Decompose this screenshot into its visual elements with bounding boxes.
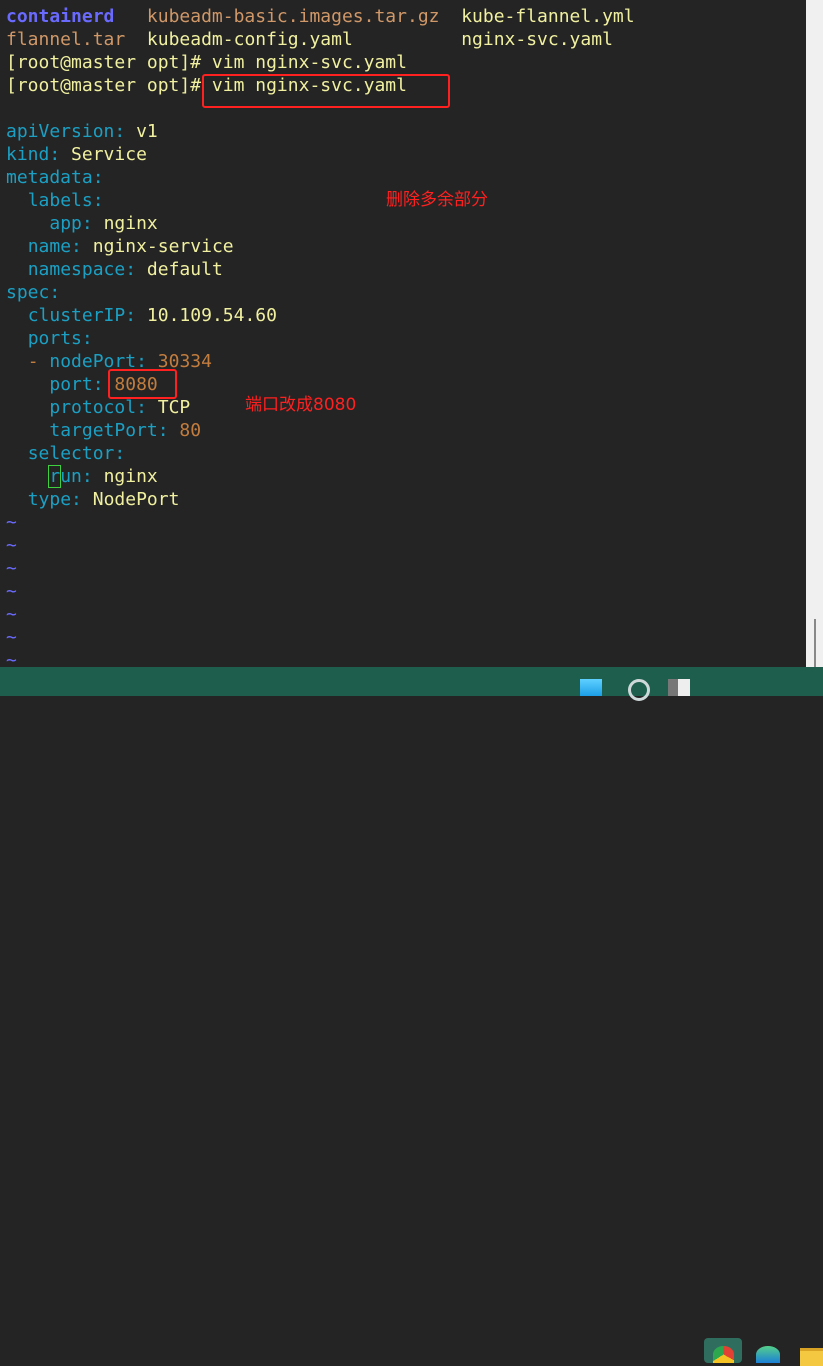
yaml-line: namespace: default bbox=[27, 259, 223, 280]
highlight-command-box bbox=[202, 74, 450, 108]
yaml-value: Service bbox=[71, 144, 147, 165]
prompt: [root@master opt]# bbox=[6, 75, 202, 96]
ls-entry: nginx-svc.yaml bbox=[461, 29, 613, 50]
yaml-line: labels: bbox=[27, 190, 104, 211]
ls-row-1: containerd kubeadm-basic.images.tar.gz k… bbox=[6, 5, 635, 28]
empty-line-tilde: ~ bbox=[6, 627, 17, 648]
ls-entry: containerd bbox=[6, 6, 115, 27]
yaml-line: protocol: TCP bbox=[49, 397, 191, 418]
yaml-value: 80 bbox=[179, 420, 202, 441]
ls-entry: kube-flannel.yml bbox=[461, 6, 635, 27]
yaml-line: apiVersion: v1 bbox=[6, 121, 158, 142]
yaml-key: metadata bbox=[6, 167, 93, 188]
empty-line-tilde: ~ bbox=[6, 581, 17, 602]
delete-note-annotation: 删除多余部分 bbox=[386, 190, 488, 210]
port-note-annotation: 端口改成8080 bbox=[245, 395, 357, 415]
yaml-key: selector bbox=[27, 443, 115, 464]
edge-icon[interactable] bbox=[756, 1346, 780, 1363]
yaml-value: NodePort bbox=[92, 489, 180, 510]
yaml-line: metadata: bbox=[6, 167, 104, 188]
yaml-line: run: nginx bbox=[48, 465, 158, 488]
ls-entry: kubeadm-config.yaml bbox=[146, 29, 353, 50]
ls-entry: kubeadm-basic.images.tar.gz bbox=[146, 6, 440, 27]
task-view-icon[interactable] bbox=[668, 679, 690, 696]
yaml-value: 10.109.54.60 bbox=[146, 305, 277, 326]
text-cursor: r bbox=[48, 465, 62, 488]
yaml-value: TCP bbox=[157, 397, 191, 418]
scrollbar-thumb[interactable] bbox=[814, 619, 816, 667]
yaml-key: spec bbox=[6, 282, 50, 303]
yaml-line: type: NodePort bbox=[27, 489, 180, 510]
empty-line-tilde: ~ bbox=[6, 512, 17, 533]
terminal-window[interactable]: containerd kubeadm-basic.images.tar.gz k… bbox=[0, 0, 806, 671]
yaml-value: default bbox=[146, 259, 223, 280]
yaml-line: kind: Service bbox=[6, 144, 147, 165]
yaml-line: targetPort: 80 bbox=[49, 420, 202, 441]
yaml-value: v1 bbox=[136, 121, 158, 142]
taskbar bbox=[0, 667, 823, 1366]
yaml-line: name: nginx-service bbox=[27, 236, 234, 257]
yaml-line: app: nginx bbox=[49, 213, 158, 234]
ls-entry: flannel.tar bbox=[6, 29, 126, 50]
yaml-value: nginx-service bbox=[92, 236, 234, 257]
file-explorer-icon[interactable] bbox=[800, 1348, 823, 1366]
highlight-port-box bbox=[108, 369, 177, 399]
yaml-value: nginx bbox=[103, 213, 158, 234]
yaml-key: un bbox=[60, 466, 82, 487]
yaml-line: ports: bbox=[27, 328, 93, 349]
yaml-key: labels bbox=[27, 190, 93, 211]
search-icon[interactable] bbox=[628, 679, 650, 701]
empty-line-tilde: ~ bbox=[6, 558, 17, 579]
empty-line-tilde: ~ bbox=[6, 535, 17, 556]
ls-row-2: flannel.tar kubeadm-config.yaml nginx-sv… bbox=[6, 28, 613, 51]
yaml-key: ports bbox=[27, 328, 82, 349]
chrome-icon[interactable] bbox=[713, 1346, 734, 1363]
yaml-line: clusterIP: 10.109.54.60 bbox=[27, 305, 277, 326]
windows-start-icon[interactable] bbox=[580, 679, 602, 696]
yaml-value: nginx bbox=[103, 466, 158, 487]
command: vim nginx-svc.yaml bbox=[201, 52, 407, 73]
empty-line-tilde: ~ bbox=[6, 604, 17, 625]
yaml-line: spec: bbox=[6, 282, 61, 303]
prompt: [root@master opt]# bbox=[6, 52, 202, 73]
prompt-line: [root@master opt]# vim nginx-svc.yaml bbox=[6, 51, 407, 74]
yaml-line: selector: bbox=[27, 443, 126, 464]
scrollbar[interactable] bbox=[806, 0, 823, 667]
